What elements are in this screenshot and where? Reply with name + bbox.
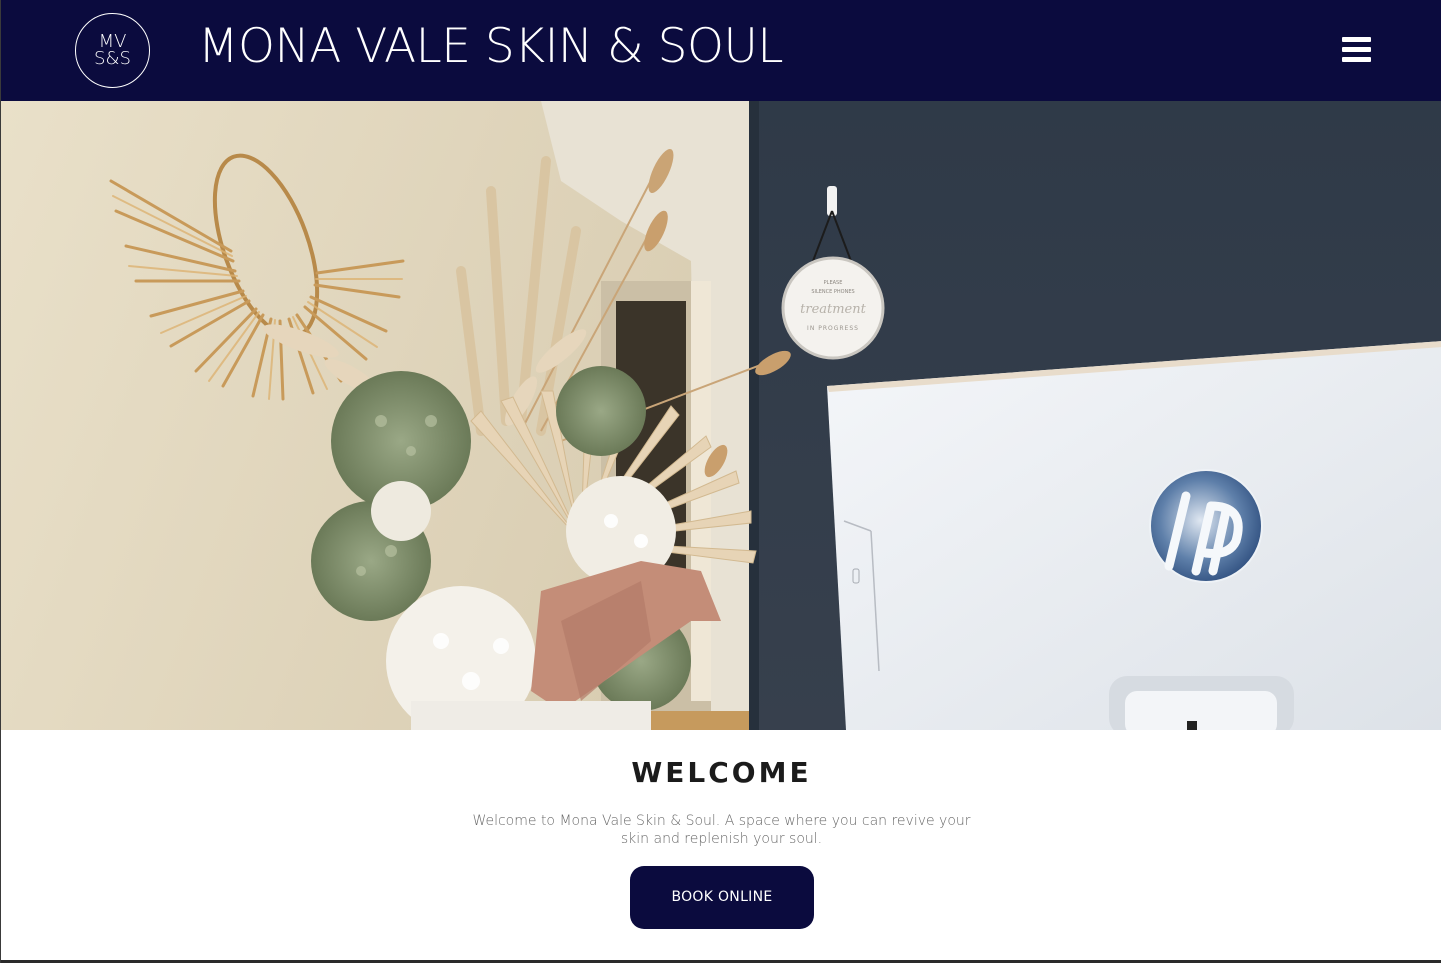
sign-line-4: IN PROGRESS [807,325,859,332]
sign-line-1: PLEASE [824,280,843,286]
hamburger-menu-icon[interactable] [1342,37,1371,62]
site-header: MV S&S MONA VALE SKIN & SOUL [1,0,1441,101]
site-title[interactable]: MONA VALE SKIN & SOUL [198,18,784,76]
welcome-text: Welcome to Mona Vale Skin & Soul. A spac… [472,813,971,847]
sign-line-2: SILENCE PHONES [811,289,854,295]
site-logo[interactable]: MV S&S [75,13,150,88]
welcome-heading: WELCOME [631,756,812,789]
sign-line-3: treatment [800,302,866,317]
page: MV S&S MONA VALE SKIN & SOUL PLEASE SILE… [0,0,1441,963]
hamburger-bar [1342,37,1371,42]
hamburger-bar [1342,47,1371,52]
logo-line-2: S&S [94,48,131,69]
hamburger-bar [1342,57,1371,62]
book-online-button[interactable]: BOOK ONLINE [630,866,814,929]
hero-image: PLEASE SILENCE PHONES treatment IN PROGR… [1,101,1441,730]
